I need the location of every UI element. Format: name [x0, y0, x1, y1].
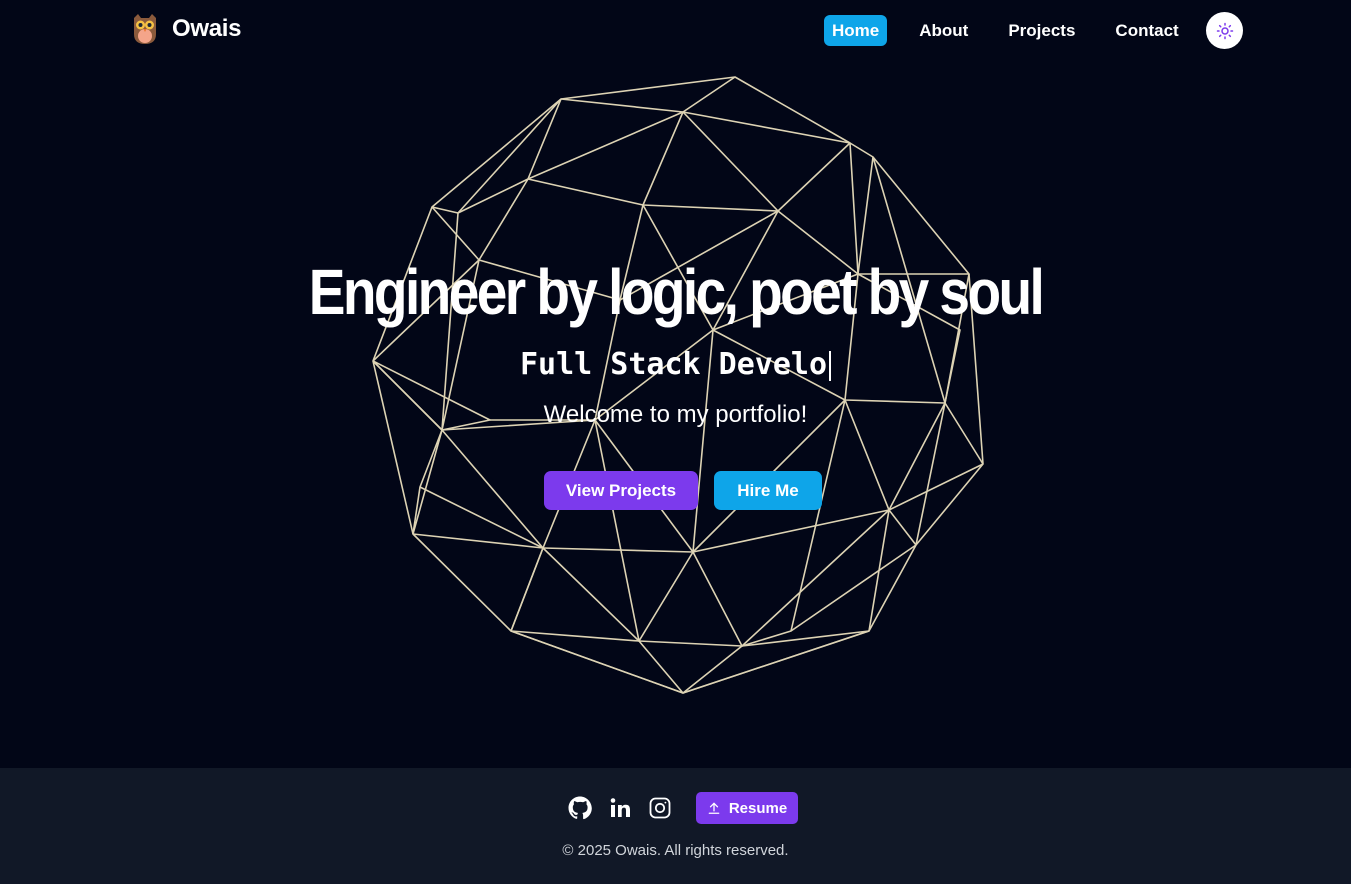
- welcome-text: Welcome to my portfolio!: [543, 401, 808, 428]
- hire-me-button[interactable]: Hire Me: [714, 471, 822, 510]
- github-icon[interactable]: [568, 796, 592, 820]
- upload-icon: [708, 802, 720, 814]
- resume-label: Resume: [728, 799, 788, 817]
- typed-role: Full Stack Develo: [0, 346, 1351, 384]
- social-links: [0, 792, 1351, 824]
- typing-cursor: [829, 350, 832, 381]
- hero-section: Engineer by logic, poet by soul Full Sta…: [0, 0, 1351, 768]
- linkedin-icon[interactable]: [608, 796, 632, 820]
- resume-button[interactable]: Resume: [696, 792, 798, 824]
- hero-headline: Engineer by logic, poet by soul: [308, 256, 1045, 328]
- copyright-text: © 2025 Owais. All rights reserved.: [562, 842, 789, 859]
- typed-role-text: Full Stack Develo: [519, 347, 828, 382]
- site-footer: Resume © 2025 Owais. All rights reserved…: [0, 768, 1351, 884]
- view-projects-button[interactable]: View Projects: [544, 471, 698, 510]
- instagram-icon[interactable]: [648, 796, 672, 820]
